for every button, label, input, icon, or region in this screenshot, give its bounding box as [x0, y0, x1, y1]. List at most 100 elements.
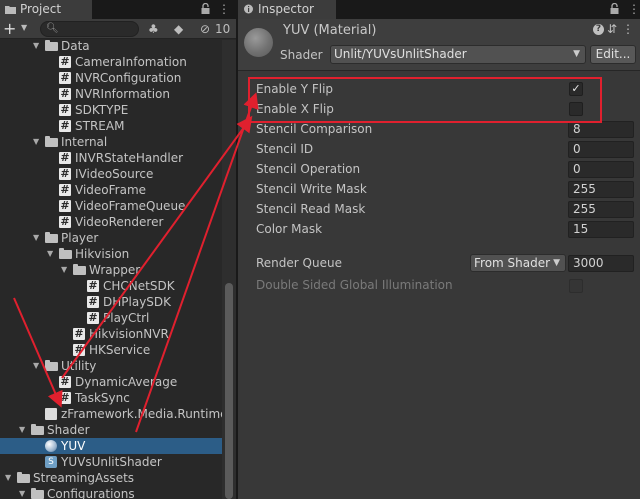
tree-item-label: NVRInformation	[75, 87, 170, 101]
chevron-down-icon[interactable]: ▼	[19, 422, 29, 438]
tree-asset-row[interactable]: # TaskSync	[0, 390, 222, 406]
tree-item-label: PlayCtrl	[103, 311, 150, 325]
render-queue-label: Render Queue	[256, 256, 342, 270]
shader-icon: S	[45, 456, 57, 468]
search-input[interactable]: 🔍︎	[40, 21, 139, 37]
help-icon[interactable]: ?	[593, 24, 604, 35]
tree-folder-row[interactable]: ▼ Player	[0, 230, 222, 246]
csharp-script-icon: #	[59, 183, 71, 196]
kebab-menu-icon[interactable]: ⋮	[622, 23, 634, 35]
chevron-down-icon[interactable]: ▼	[33, 230, 43, 246]
lock-icon[interactable]	[201, 3, 210, 14]
info-icon	[244, 4, 253, 14]
hidden-count: 10	[215, 22, 231, 36]
add-icon[interactable]: +	[3, 20, 16, 37]
shader-dropdown[interactable]: Unlit/YUVsUnlitShader ▼	[330, 45, 586, 64]
csharp-script-icon: #	[59, 215, 71, 228]
tree-asset-row[interactable]: # CameraInfomation	[0, 54, 222, 70]
tree-asset-row[interactable]: # DynamicAverage	[0, 374, 222, 390]
search-by-label-icon[interactable]: ◆	[174, 21, 183, 37]
tree-item-label: HKService	[89, 343, 151, 357]
tree-asset-row[interactable]: # IVideoSource	[0, 166, 222, 182]
stencil-id-field[interactable]: 0	[568, 141, 634, 158]
annotation-highlight-box	[248, 77, 602, 123]
tree-item-label: Wrapper	[89, 263, 141, 277]
tree-folder-row[interactable]: ▼ Internal	[0, 134, 222, 150]
chevron-down-icon[interactable]: ▼	[33, 358, 43, 374]
csharp-script-icon: #	[87, 311, 99, 324]
tree-asset-row[interactable]: # VideoRenderer	[0, 214, 222, 230]
render-queue-dropdown[interactable]: From Shader ▼	[470, 254, 566, 272]
chevron-down-icon[interactable]: ▼	[61, 262, 71, 278]
tree-item-label: IVideoSource	[75, 167, 154, 181]
csharp-script-icon: #	[59, 55, 71, 68]
preset-icon[interactable]: ⇵	[607, 23, 617, 35]
inspector-tabbar: Inspector ⋮	[238, 0, 640, 19]
tree-asset-row[interactable]: # STREAM	[0, 118, 222, 134]
tree-item-label: Hikvision	[75, 247, 130, 261]
search-icon: 🔍︎	[46, 23, 59, 34]
tree-asset-row[interactable]: # NVRInformation	[0, 86, 222, 102]
tree-asset-row[interactable]: zFramework.Media.Runtime	[0, 406, 222, 422]
tree-item-label: VideoRenderer	[75, 215, 164, 229]
tree-folder-row[interactable]: ▼ Shader	[0, 422, 222, 438]
tree-asset-row[interactable]: S YUVsUnlitShader	[0, 454, 222, 470]
chevron-down-icon: ▼	[553, 258, 560, 268]
tree-asset-row[interactable]: # HKService	[0, 342, 222, 358]
tree-folder-row[interactable]: ▼ Wrapper	[0, 262, 222, 278]
project-panel: Project ⋮ + ▼ 🔍︎ ♣ ◆ ⊘ 10 ▼ Data # CameraIn…	[0, 0, 236, 499]
folder-icon	[5, 6, 16, 14]
tree-asset-row[interactable]: # NVRConfiguration	[0, 70, 222, 86]
project-toolbar: + ▼ 🔍︎ ♣ ◆ ⊘ 10	[0, 19, 236, 39]
tree-asset-row[interactable]: # VideoFrameQueue	[0, 198, 222, 214]
folder-icon	[45, 232, 58, 243]
stencil-operation-field[interactable]: 0	[568, 161, 634, 178]
material-title: YUV (Material)	[283, 23, 377, 38]
tree-asset-row[interactable]: YUV	[0, 438, 222, 454]
tree-asset-row[interactable]: # DHPlaySDK	[0, 294, 222, 310]
tree-folder-row[interactable]: ▼ Configurations	[0, 486, 222, 499]
tree-asset-row[interactable]: # VideoFrame	[0, 182, 222, 198]
csharp-script-icon: #	[59, 151, 71, 164]
tree-folder-row[interactable]: ▼ Data	[0, 40, 222, 54]
folder-icon	[45, 136, 58, 147]
tree-asset-row[interactable]: # SDKTYPE	[0, 102, 222, 118]
tree-folder-row[interactable]: ▼ Hikvision	[0, 246, 222, 262]
tab-project[interactable]: Project	[0, 0, 92, 19]
chevron-down-icon[interactable]: ▼	[5, 470, 15, 486]
chevron-down-icon[interactable]: ▼	[19, 486, 29, 499]
tree-asset-row[interactable]: # HikvisionNVR	[0, 326, 222, 342]
tree-folder-row[interactable]: ▼ StreamingAssets	[0, 470, 222, 486]
chevron-down-icon[interactable]: ▼	[47, 246, 57, 262]
double-sided-gi-label: Double Sided Global Illumination	[256, 278, 453, 292]
tree-asset-row[interactable]: # INVRStateHandler	[0, 150, 222, 166]
tree-asset-row[interactable]: # CHCNetSDK	[0, 278, 222, 294]
tree-item-label: STREAM	[75, 119, 125, 133]
chevron-down-icon[interactable]: ▼	[33, 40, 43, 54]
panel-menu-icon[interactable]: ⋮	[628, 2, 640, 16]
search-by-type-icon[interactable]: ♣	[148, 21, 159, 37]
tree-asset-row[interactable]: # PlayCtrl	[0, 310, 222, 326]
edit-shader-button[interactable]: Edit...	[590, 45, 636, 64]
stencil-comparison-field[interactable]: 8	[568, 121, 634, 138]
csharp-script-icon: #	[59, 167, 71, 180]
stencil-write-mask-field[interactable]: 255	[568, 181, 634, 198]
lock-icon[interactable]	[610, 3, 619, 14]
chevron-down-icon[interactable]: ▼	[33, 134, 43, 150]
assembly-definition-icon	[45, 408, 57, 420]
project-scroll-thumb[interactable]	[225, 283, 233, 499]
tree-item-label: CameraInfomation	[75, 55, 187, 69]
hidden-packages-icon[interactable]: ⊘	[200, 21, 210, 37]
color-mask-field[interactable]: 15	[568, 221, 634, 238]
chevron-down-icon[interactable]: ▼	[21, 23, 27, 32]
tree-folder-row[interactable]: ▼ Utility	[0, 358, 222, 374]
panel-menu-icon[interactable]: ⋮	[218, 2, 230, 16]
csharp-script-icon: #	[87, 295, 99, 308]
stencil-read-mask-field[interactable]: 255	[568, 201, 634, 218]
shader-label: Shader	[280, 48, 323, 62]
double-sided-gi-checkbox	[569, 279, 583, 293]
stencil-write-mask-label: Stencil Write Mask	[256, 182, 367, 196]
render-queue-field[interactable]: 3000	[568, 255, 634, 272]
tab-inspector[interactable]: Inspector	[238, 0, 336, 19]
csharp-script-icon: #	[87, 279, 99, 292]
